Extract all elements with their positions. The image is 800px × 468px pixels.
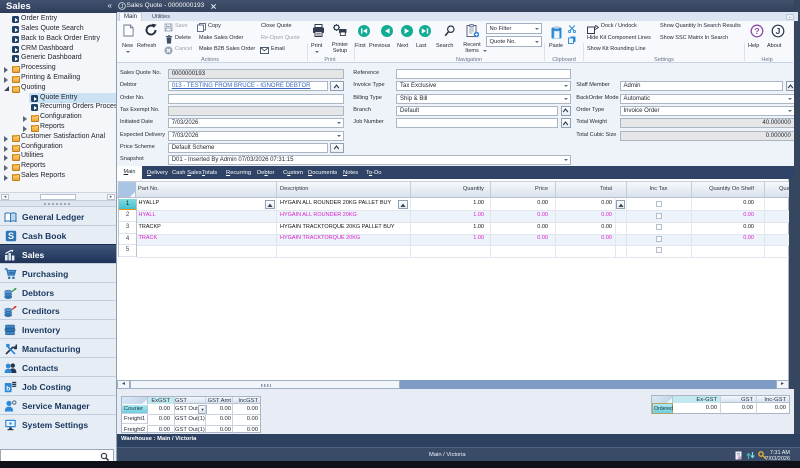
svg-text:?: ? — [754, 26, 759, 36]
svg-text:b: b — [6, 385, 10, 392]
svg-text:J: J — [776, 26, 781, 36]
svg-text:J: J — [121, 4, 124, 10]
svg-text:S: S — [8, 231, 14, 241]
